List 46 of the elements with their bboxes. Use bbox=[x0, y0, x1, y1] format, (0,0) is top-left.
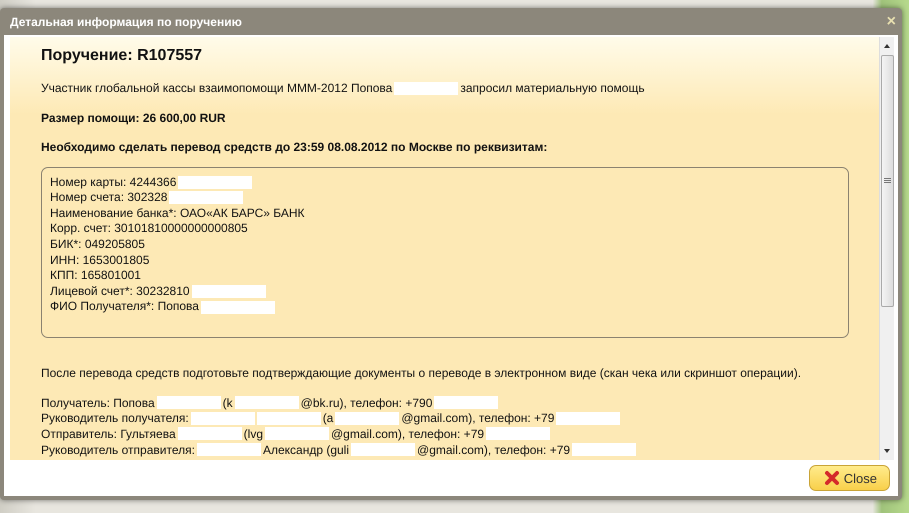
redaction-block bbox=[394, 82, 458, 96]
contact-text: Руководитель получателя: bbox=[41, 411, 189, 426]
redaction-block bbox=[556, 412, 620, 425]
contact-text: @gmail.com), телефон: +79 bbox=[401, 411, 554, 426]
redaction-block bbox=[351, 443, 416, 456]
contact-text: Руководитель отправителя: bbox=[41, 442, 195, 457]
window-title: Детальная информация по поручению bbox=[10, 14, 242, 28]
contact-text: (k bbox=[222, 396, 233, 410]
redaction-block bbox=[434, 396, 498, 410]
contact-text: Александр (guli bbox=[262, 442, 350, 457]
requisite-text: Наименование банка*: ОАО«АК БАРС» БАНК bbox=[50, 206, 305, 222]
requisite-text: Номер карты: 4244366 bbox=[50, 174, 176, 190]
contact-text: (a bbox=[322, 411, 334, 426]
redaction-block bbox=[190, 412, 255, 425]
requisite-text: Номер счета: 302328 bbox=[50, 190, 168, 206]
contact-text: @bk.ru), телефон: +790 bbox=[300, 396, 432, 410]
redaction-block bbox=[572, 443, 636, 456]
instruction-text: После перевода средств подготовьте подтверждающие документы о переводе в электронном виде (скан чека или скриншот операции). bbox=[41, 366, 802, 381]
requisite-text: Корр. счет: 30101810000000000805 bbox=[50, 221, 248, 237]
close-button[interactable]: Close bbox=[808, 465, 890, 491]
redaction-block bbox=[486, 427, 550, 440]
requisite-text: ФИО Получателя*: Попова bbox=[50, 299, 199, 315]
contact-text: (lvg bbox=[244, 426, 263, 441]
contact-text: Получатель: Попова bbox=[41, 396, 155, 410]
requisite-text: КПП: 165801001 bbox=[50, 268, 141, 284]
deadline-text: Необходимо сделать перевод средств до 23:59 08.08.2012 по Москве по реквизитам: bbox=[41, 140, 548, 155]
amount-text: Размер помощи: 26 600,00 RUR bbox=[41, 110, 227, 126]
redaction-block bbox=[234, 396, 299, 410]
requisite-text: БИК*: 049205805 bbox=[50, 236, 145, 253]
cross-icon bbox=[824, 470, 840, 486]
requisite-text: Лицевой счет*: 30232810 bbox=[50, 284, 190, 300]
scrollbar[interactable] bbox=[879, 37, 894, 460]
redaction-block bbox=[256, 412, 321, 425]
redaction-block bbox=[196, 443, 261, 456]
order-heading: Поручение: R107557 bbox=[41, 47, 204, 65]
redaction-block bbox=[156, 396, 221, 410]
redaction-block bbox=[265, 427, 329, 440]
contact-text: @gmail.com), телефон: +79 bbox=[331, 426, 484, 441]
redaction-block bbox=[178, 427, 242, 440]
contact-text: @gmail.com), телефон: +79 bbox=[417, 442, 570, 457]
redaction-block bbox=[335, 412, 400, 425]
grip-icon bbox=[884, 178, 890, 184]
intro-text: запросил материальную помощь bbox=[460, 81, 645, 96]
intro-text: Участник глобальной кассы взаимопомощи МММ-2012 Попова bbox=[41, 81, 392, 96]
requisite-text: ИНН: 1653001805 bbox=[50, 252, 150, 268]
contact-text: Отправитель: Гультяева bbox=[41, 426, 176, 441]
